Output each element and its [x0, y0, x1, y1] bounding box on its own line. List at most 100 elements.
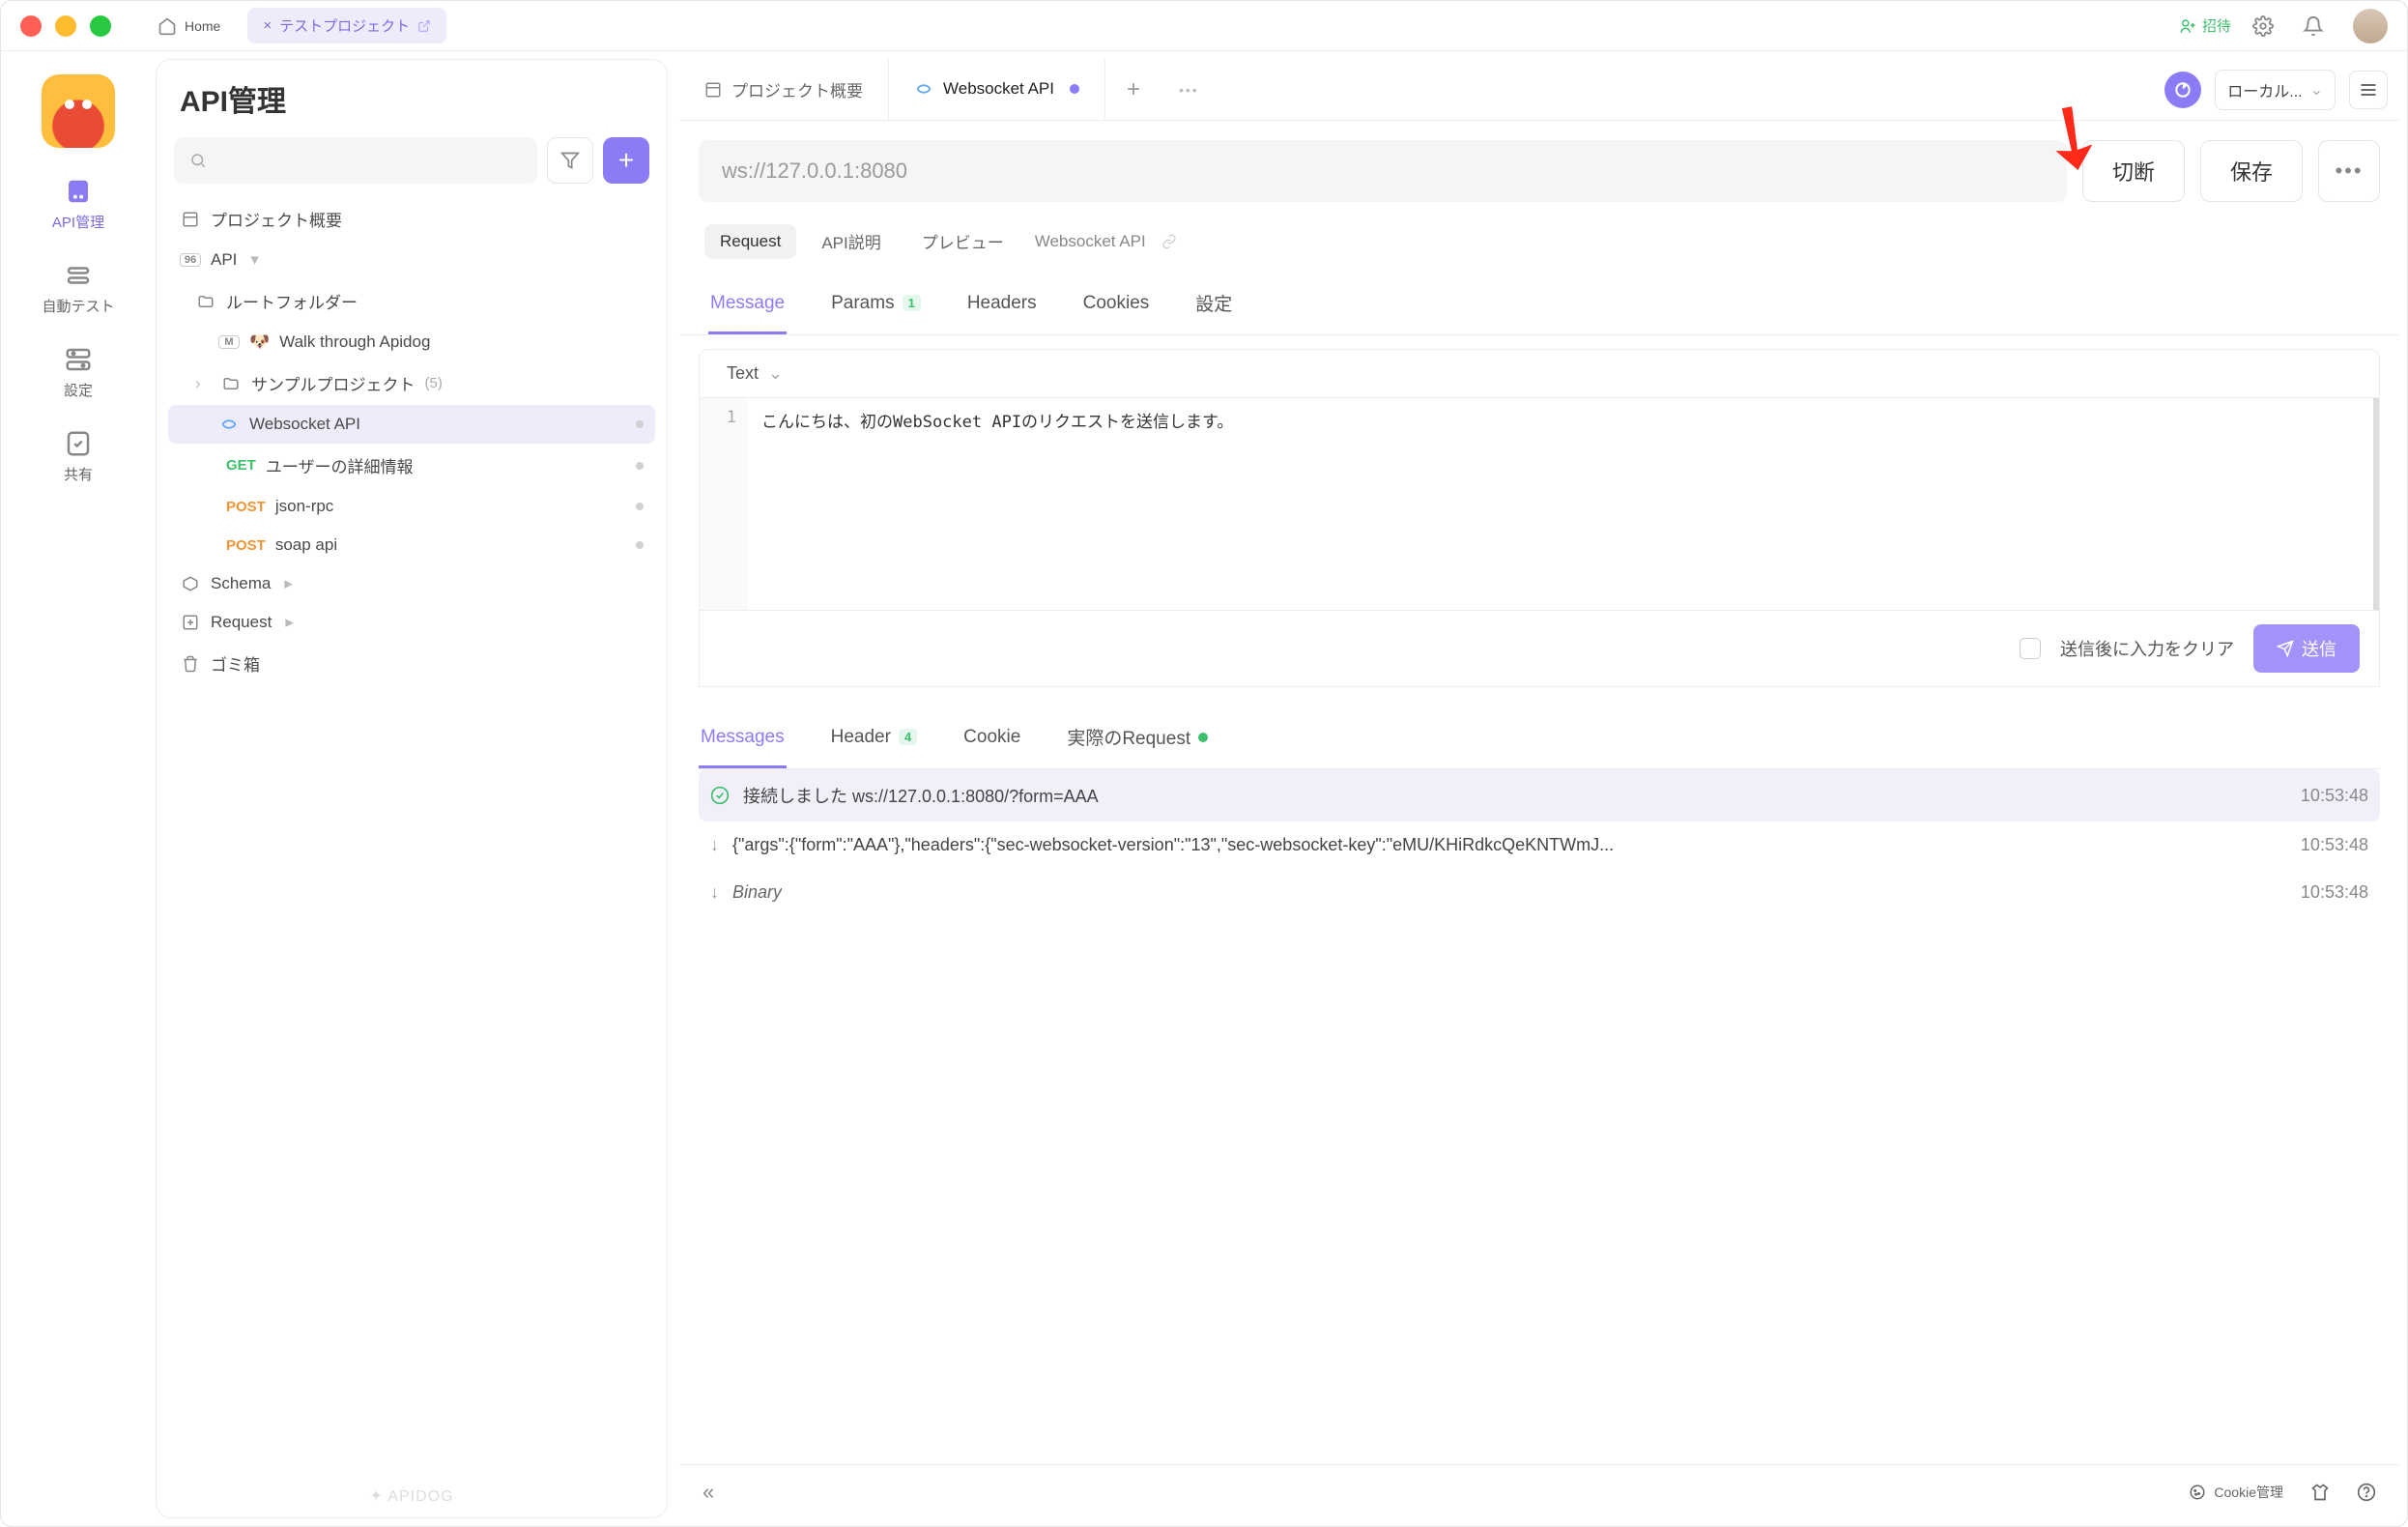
home-label: Home: [185, 18, 220, 34]
bell-icon[interactable]: [2295, 15, 2332, 37]
more-button[interactable]: •••: [2318, 140, 2380, 202]
schema-icon: [180, 575, 201, 592]
message-editor: Text ⌄ 1 こんにちは、初のWebSocket APIのリクエストを送信し…: [699, 349, 2380, 687]
environment-select[interactable]: ローカル... ⌄: [2215, 70, 2336, 110]
chevron-right-icon: ›: [195, 374, 211, 393]
msg-tab-cookie-label: Cookie: [963, 727, 1020, 748]
avatar[interactable]: [2353, 9, 2388, 43]
clear-after-send-label: 送信後に入力をクリア: [2060, 636, 2234, 661]
shirt-icon[interactable]: [2310, 1483, 2330, 1502]
tree-sample-count: (5): [425, 375, 443, 391]
cookie-management-link[interactable]: Cookie管理: [2189, 1483, 2283, 1502]
inner-tab-cookies[interactable]: Cookies: [1081, 280, 1152, 334]
project-tab[interactable]: × テストプロジェクト: [247, 8, 446, 43]
url-input[interactable]: ws://127.0.0.1:8080: [699, 140, 2067, 202]
inner-tab-settings[interactable]: 設定: [1193, 280, 1234, 334]
tab-overflow-button[interactable]: •••: [1161, 82, 1217, 98]
window-zoom[interactable]: [90, 15, 111, 37]
pill-request[interactable]: Request: [704, 224, 796, 259]
new-tab-button[interactable]: +: [1105, 76, 1161, 103]
msg-tab-actual[interactable]: 実際のRequest: [1065, 714, 1210, 768]
tree-sample-project[interactable]: › サンプルプロジェクト (5): [168, 361, 655, 405]
editor-textarea[interactable]: こんにちは、初のWebSocket APIのリクエストを送信します。: [748, 398, 2379, 610]
link-icon[interactable]: [1161, 234, 1177, 249]
run-button[interactable]: [2164, 72, 2201, 108]
inner-tab-message[interactable]: Message: [708, 280, 787, 334]
help-icon[interactable]: [2357, 1483, 2376, 1502]
tree-api-root[interactable]: 96 API ▾: [168, 241, 655, 279]
method-get-label: GET: [226, 457, 256, 474]
inner-tab-params[interactable]: Params1: [829, 280, 923, 334]
unsaved-dot: [1070, 84, 1079, 94]
panel-menu-button[interactable]: [2349, 71, 2388, 109]
status-dot: [636, 541, 644, 549]
tab-websocket[interactable]: Websocket API: [889, 59, 1105, 120]
external-link-icon[interactable]: [417, 19, 431, 33]
disconnect-button[interactable]: 切断: [2082, 140, 2185, 202]
home-tab[interactable]: Home: [144, 11, 234, 42]
tree-request[interactable]: Request ▸: [168, 603, 655, 642]
plus-icon: +: [618, 145, 634, 176]
url-value: ws://127.0.0.1:8080: [722, 158, 907, 184]
log-json-text: {"args":{"form":"AAA"},"headers":{"sec-w…: [732, 835, 1614, 855]
tree-request-label: Request: [211, 613, 272, 632]
rail-autotest[interactable]: 自動テスト: [42, 261, 114, 316]
msg-tab-header[interactable]: Header4: [829, 714, 920, 768]
tree-soap[interactable]: POST soap api: [168, 526, 655, 564]
inner-tab-headers[interactable]: Headers: [965, 280, 1039, 334]
tree-root-folder[interactable]: ルートフォルダー: [168, 279, 655, 323]
tree-schema[interactable]: Schema ▸: [168, 564, 655, 603]
tree-get-user[interactable]: GET ユーザーの詳細情報: [168, 444, 655, 487]
rail-api[interactable]: API管理: [52, 177, 104, 232]
log-row-binary[interactable]: ↓ Binary 10:53:48: [699, 869, 2380, 916]
pill-api-desc[interactable]: API説明: [806, 221, 896, 261]
send-button[interactable]: 送信: [2253, 624, 2360, 673]
log-row-incoming[interactable]: ↓ {"args":{"form":"AAA"},"headers":{"sec…: [699, 821, 2380, 869]
content-type-label: Text: [727, 363, 759, 384]
rail-share[interactable]: 共有: [64, 429, 93, 484]
rail-settings[interactable]: 設定: [64, 345, 93, 400]
tree-websocket-api[interactable]: Websocket API: [168, 405, 655, 444]
search-input[interactable]: [174, 137, 537, 184]
request-icon: [180, 614, 201, 631]
send-label: 送信: [2302, 636, 2336, 661]
log-binary-text: Binary: [732, 882, 782, 903]
gear-icon[interactable]: [2245, 15, 2281, 37]
rail-api-label: API管理: [52, 212, 104, 232]
rail-share-label: 共有: [64, 464, 93, 484]
invite-link[interactable]: 招待: [2179, 15, 2231, 36]
msg-tab-messages[interactable]: Messages: [699, 714, 787, 768]
tree-walkthrough[interactable]: M 🐶 Walk through Apidog: [168, 323, 655, 361]
tree-trash-label: ゴミ箱: [211, 651, 260, 676]
tree-overview[interactable]: プロジェクト概要: [168, 197, 655, 241]
api-icon: [64, 177, 93, 206]
pill-apidesc-label: API説明: [821, 234, 880, 252]
add-button[interactable]: +: [603, 137, 649, 184]
close-icon[interactable]: ×: [263, 17, 272, 34]
editor-gutter: 1: [700, 398, 748, 610]
msg-tab-cookie[interactable]: Cookie: [961, 714, 1022, 768]
save-label: 保存: [2230, 156, 2273, 187]
overview-icon: [704, 81, 722, 99]
log-row-connected[interactable]: 接続しました ws://127.0.0.1:8080/?form=AAA 10:…: [699, 769, 2380, 821]
pill-preview[interactable]: プレビュー: [906, 221, 1019, 261]
tab-overview-label: プロジェクト概要: [731, 77, 863, 101]
content-type-select[interactable]: Text ⌄: [700, 350, 2379, 397]
save-button[interactable]: 保存: [2200, 140, 2303, 202]
params-count-badge: 1: [903, 295, 921, 311]
bottom-bar: « Cookie管理: [679, 1464, 2399, 1518]
check-icon: [710, 786, 730, 805]
titlebar: Home × テストプロジェクト 招待: [1, 1, 2407, 51]
tree-trash[interactable]: ゴミ箱: [168, 642, 655, 685]
collapse-sidebar-button[interactable]: «: [702, 1480, 714, 1505]
tree-jsonrpc[interactable]: POST json-rpc: [168, 487, 655, 526]
window-close[interactable]: [20, 15, 42, 37]
cookie-icon: [2189, 1484, 2206, 1501]
clear-after-send-checkbox[interactable]: [2020, 638, 2041, 659]
method-post-label: POST: [226, 537, 266, 554]
filter-button[interactable]: [547, 137, 593, 184]
window-minimize[interactable]: [55, 15, 76, 37]
websocket-icon: [218, 415, 240, 434]
settings-icon: [64, 345, 93, 374]
tab-overview[interactable]: プロジェクト概要: [679, 59, 889, 120]
